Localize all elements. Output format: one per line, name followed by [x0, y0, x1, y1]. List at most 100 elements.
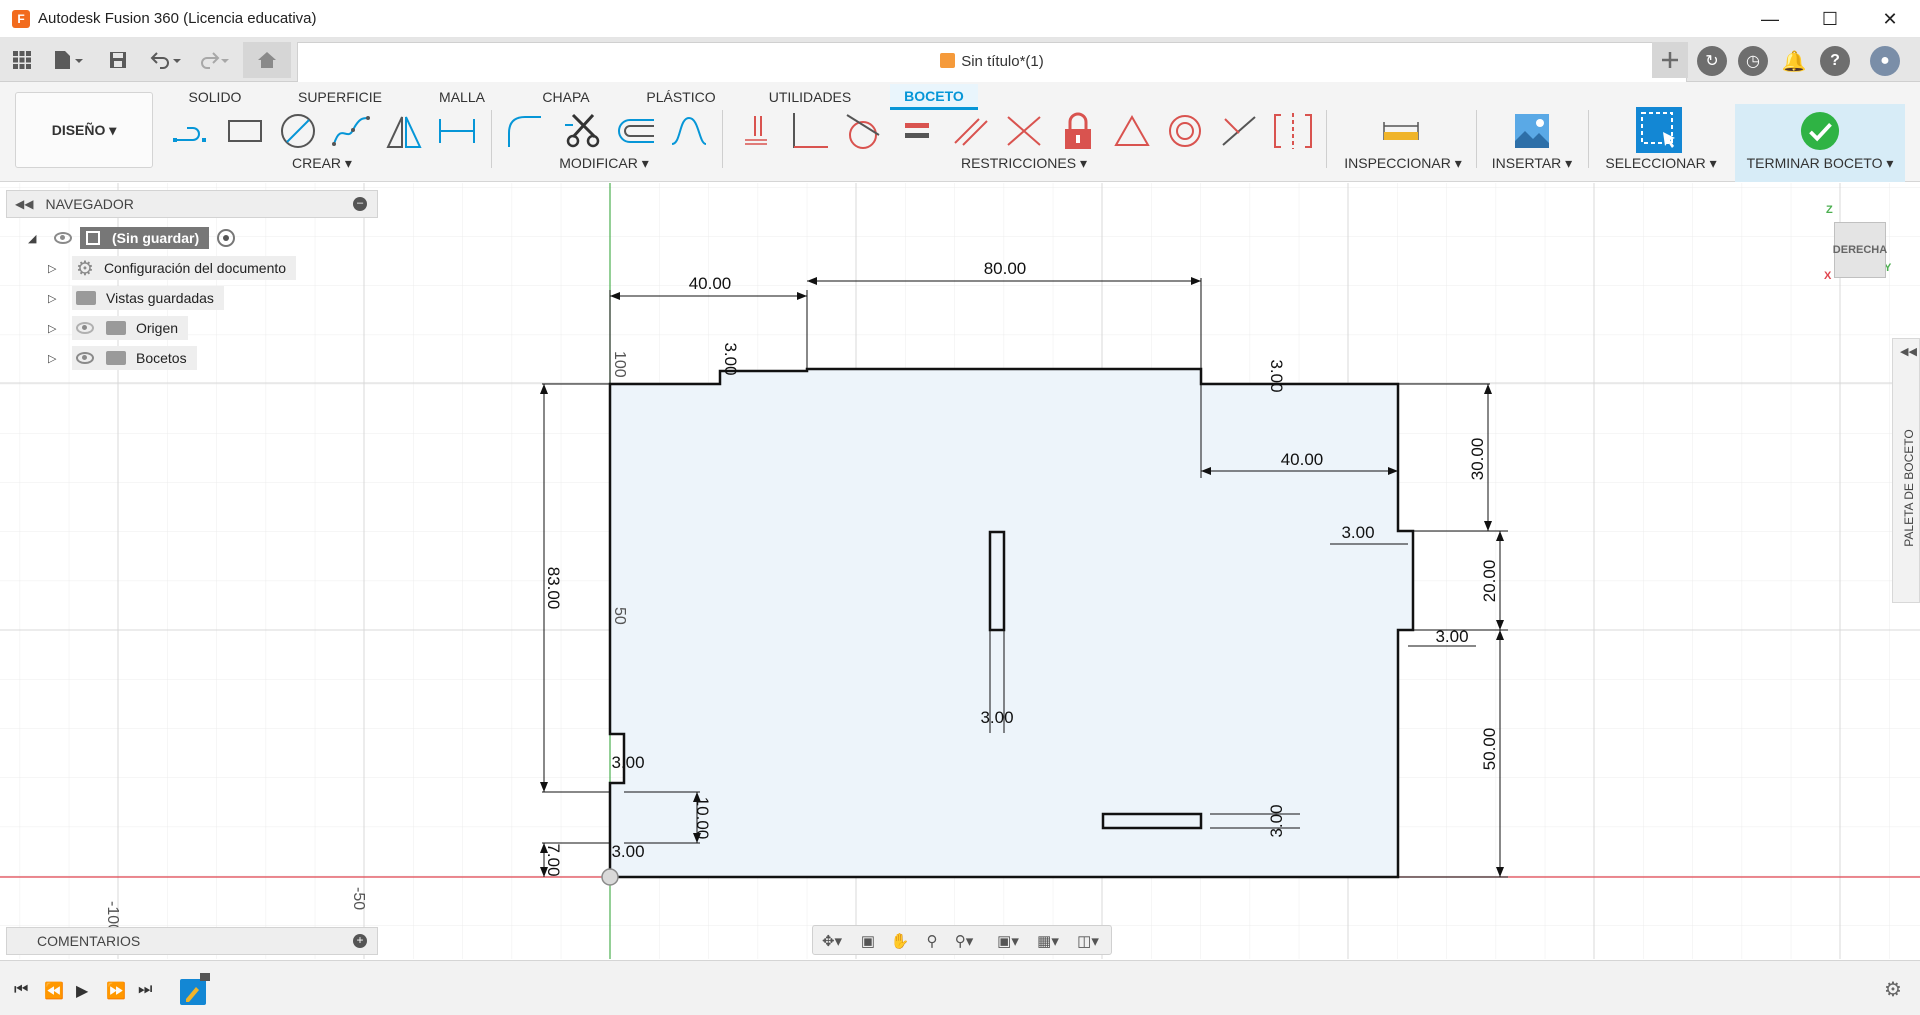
close-window-icon[interactable]: ✕	[1860, 0, 1920, 38]
spline-tool-icon[interactable]	[331, 109, 371, 153]
curve-tool-icon[interactable]	[669, 109, 709, 153]
hidden-eye-icon[interactable]	[76, 322, 94, 334]
horizontal-slot[interactable]	[1101, 812, 1203, 830]
dim-right-bottom[interactable]: 50.00	[1480, 728, 1499, 771]
zoom-icon[interactable]: ⚲	[917, 930, 947, 952]
expand-triangle-icon[interactable]: ▷	[48, 262, 64, 275]
sketch-viewport[interactable]: 40.00 80.00 3.00 3.00 40.00 30.00 3.00 2…	[0, 183, 1920, 959]
add-comment-icon[interactable]: +	[353, 934, 367, 948]
horizontal-vertical-constraint-icon[interactable]	[1273, 109, 1313, 153]
browser-pin-icon[interactable]: –	[353, 197, 367, 211]
new-tab-icon[interactable]	[1652, 42, 1688, 78]
tree-item-document-settings[interactable]: ▷ ⚙ Configuración del documento	[48, 256, 297, 280]
tree-item-saved-views[interactable]: ▷ Vistas guardadas	[48, 286, 224, 310]
file-menu-icon[interactable]	[50, 46, 86, 74]
fix-constraint-lock-icon[interactable]	[1058, 109, 1098, 153]
viewcube[interactable]: DERECHA	[1833, 222, 1887, 278]
tree-root-row[interactable]: ◢ (Sin guardar)	[28, 226, 236, 250]
circle-tool-icon[interactable]	[278, 109, 318, 153]
step-back-icon[interactable]: ⏪	[44, 981, 64, 1001]
visibility-eye-icon[interactable]	[54, 232, 72, 244]
maximize-icon[interactable]: ☐	[1800, 0, 1860, 38]
dim-left-notch-height[interactable]: 10.00	[693, 797, 712, 840]
document-tab[interactable]: Sin título*(1) ✕	[297, 42, 1687, 82]
timeline-sketch-feature-icon[interactable]	[180, 979, 206, 1005]
timeline-marker-icon[interactable]	[200, 973, 210, 981]
sketch-profile[interactable]	[608, 367, 1415, 879]
select-tool-icon[interactable]	[1636, 107, 1682, 153]
tab-plastico[interactable]: PLÁSTICO	[636, 84, 726, 110]
expand-palette-icon[interactable]: ◀◀	[1900, 345, 1917, 358]
dim-left-notch-bottom[interactable]: 3.00	[611, 842, 644, 861]
select-group-label[interactable]: SELECCIONAR ▾	[1600, 155, 1722, 172]
sketch-palette-tab[interactable]: ◀◀ PALETA DE BOCETO	[1892, 338, 1920, 603]
help-icon[interactable]: ?	[1820, 46, 1850, 76]
create-group-label[interactable]: CREAR ▾	[262, 155, 382, 172]
workspace-selector[interactable]: DISEÑO ▾	[15, 92, 153, 168]
collinear-constraint-icon[interactable]	[1004, 109, 1044, 153]
perpendicular-constraint-icon[interactable]	[790, 109, 830, 153]
finish-sketch-check-icon[interactable]	[1800, 109, 1840, 153]
go-to-end-icon[interactable]: ⏭	[138, 981, 152, 999]
modify-group-label[interactable]: MODIFICAR ▾	[544, 155, 664, 172]
dim-right-notch-top[interactable]: 3.00	[1341, 523, 1374, 542]
expand-triangle-icon[interactable]: ▷	[48, 352, 64, 365]
inspect-group-label[interactable]: INSPECCIONAR ▾	[1338, 155, 1468, 172]
minimize-icon[interactable]: —	[1740, 0, 1800, 38]
dim-left-notch-top[interactable]: 3.00	[611, 753, 644, 772]
tab-boceto[interactable]: BOCETO	[890, 84, 978, 110]
dim-right-notch-bottom[interactable]: 3.00	[1435, 627, 1468, 646]
tangent-constraint-icon[interactable]	[843, 109, 883, 153]
tree-item-origin[interactable]: ▷ Origen	[48, 316, 189, 340]
tab-solido[interactable]: SOLIDO	[180, 84, 250, 110]
dim-top-notch-left[interactable]: 3.00	[721, 342, 740, 375]
notifications-icon[interactable]: 🔔	[1779, 46, 1809, 76]
look-at-icon[interactable]: ▣	[853, 930, 883, 952]
tab-chapa[interactable]: CHAPA	[536, 84, 596, 110]
collapse-panel-icon[interactable]: ◀◀	[15, 197, 33, 211]
tree-item-sketches[interactable]: ▷ Bocetos	[48, 346, 197, 370]
expand-triangle-icon[interactable]: ▷	[48, 292, 64, 305]
data-panel-grid-icon[interactable]	[10, 46, 34, 74]
dim-left-bottom[interactable]: 7.00	[544, 843, 563, 876]
orbit-icon[interactable]: ✥▾	[817, 930, 847, 952]
redo-icon[interactable]	[196, 46, 232, 74]
dim-right-mid[interactable]: 20.00	[1480, 560, 1499, 603]
vertical-slot[interactable]	[988, 530, 1006, 632]
symmetry-constraint-icon[interactable]	[1112, 109, 1152, 153]
expand-triangle-icon[interactable]: ▷	[48, 322, 64, 335]
dim-right-inner[interactable]: 40.00	[1281, 450, 1324, 469]
dim-bottom-slot[interactable]: 3.00	[1267, 804, 1286, 837]
timeline-settings-gear-icon[interactable]: ⚙	[1884, 977, 1902, 1002]
insert-group-label[interactable]: INSERTAR ▾	[1486, 155, 1578, 172]
browser-panel-header[interactable]: ◀◀ NAVEGADOR –	[6, 190, 378, 218]
dim-top-notch-right[interactable]: 3.00	[1267, 359, 1286, 392]
dim-top-mid[interactable]: 80.00	[984, 259, 1027, 278]
go-to-start-icon[interactable]: ⏮	[14, 981, 28, 999]
equal-constraint-icon[interactable]	[897, 109, 937, 153]
measure-tool-icon[interactable]	[1381, 109, 1421, 153]
midpoint-constraint-icon[interactable]	[1219, 109, 1259, 153]
save-icon[interactable]	[106, 46, 130, 74]
visibility-eye-icon[interactable]	[76, 352, 94, 364]
step-forward-icon[interactable]: ⏩	[106, 981, 126, 1001]
pan-hand-icon[interactable]: ✋	[885, 930, 915, 952]
insert-image-icon[interactable]	[1512, 109, 1552, 153]
fillet-tool-icon[interactable]	[505, 109, 545, 153]
dim-top-left[interactable]: 40.00	[689, 274, 732, 293]
tab-utilidades[interactable]: UTILIDADES	[762, 84, 858, 110]
concentric-constraint-icon[interactable]	[1165, 109, 1205, 153]
display-settings-icon[interactable]: ▣▾	[993, 930, 1023, 952]
tab-superficie[interactable]: SUPERFICIE	[292, 84, 388, 110]
home-icon[interactable]	[243, 42, 291, 78]
undo-icon[interactable]	[148, 46, 184, 74]
play-icon[interactable]: ▶	[76, 981, 88, 1001]
comments-panel[interactable]: COMENTARIOS +	[6, 927, 378, 955]
dim-center-slot[interactable]: 3.00	[980, 708, 1013, 727]
finish-sketch-label[interactable]: TERMINAR BOCETO ▾	[1738, 155, 1902, 172]
mirror-tool-icon[interactable]	[384, 109, 424, 153]
extensions-icon[interactable]: ↻	[1697, 46, 1727, 76]
constraints-group-label[interactable]: RESTRICCIONES ▾	[950, 155, 1098, 172]
grid-settings-icon[interactable]: ▦▾	[1033, 930, 1063, 952]
viewports-icon[interactable]: ◫▾	[1073, 930, 1103, 952]
